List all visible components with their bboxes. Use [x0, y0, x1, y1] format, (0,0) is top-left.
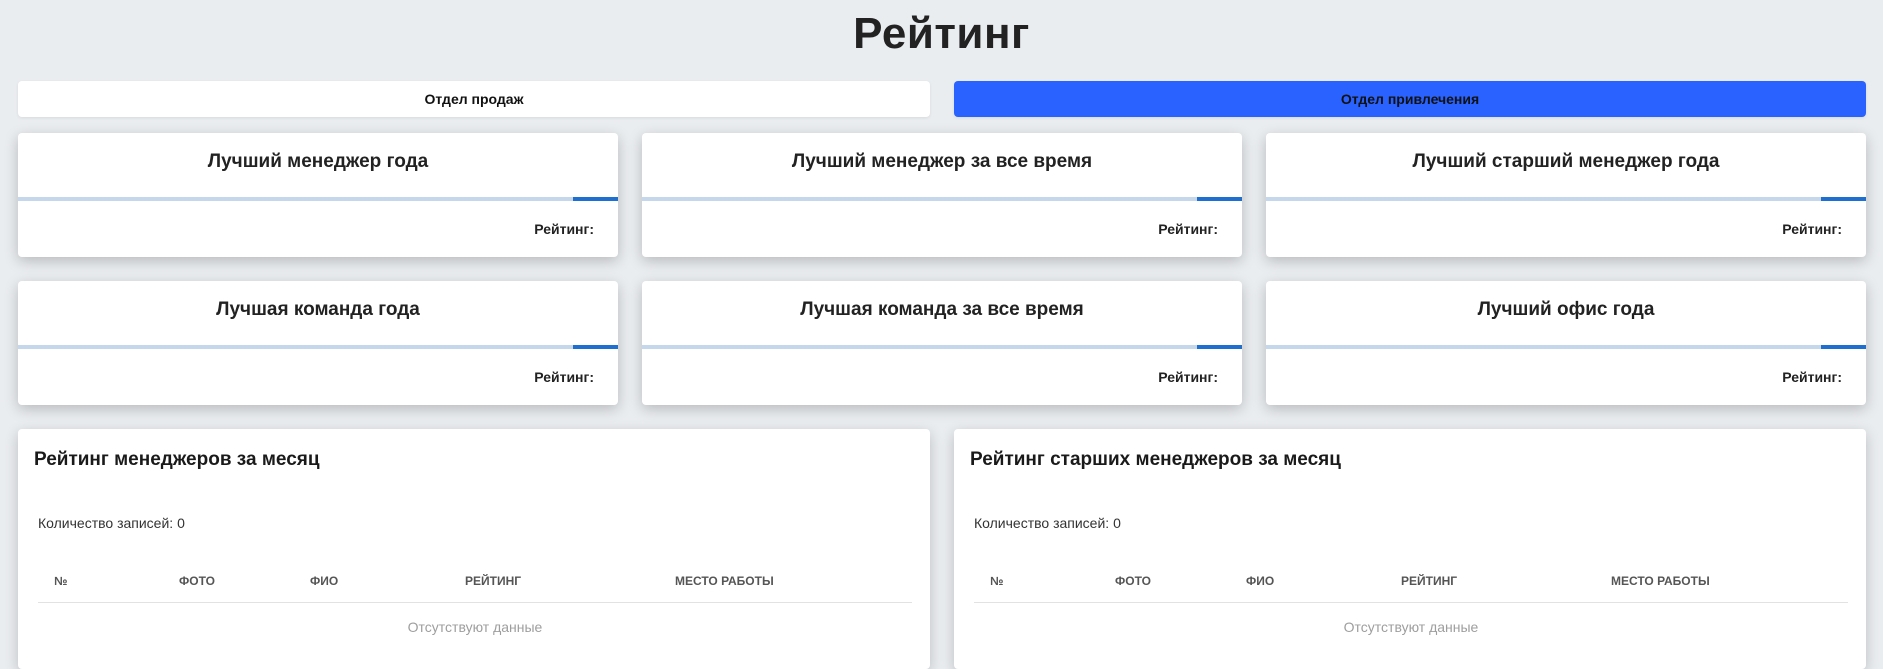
award-card-best-team-all-time: Лучшая команда за все время Рейтинг:: [642, 281, 1242, 405]
tab-acquisition-department[interactable]: Отдел привлечения: [954, 81, 1866, 117]
award-title: Лучший офис года: [1477, 299, 1655, 320]
award-rating-label: Рейтинг:: [1782, 221, 1842, 237]
table-header: № ФОТО ФИО РЕЙТИНГ МЕСТО РАБОТЫ: [974, 560, 1848, 603]
column-header-name[interactable]: ФИО: [1246, 574, 1274, 588]
managers-monthly-rating-card: Рейтинг менеджеров за месяц Количество з…: [18, 429, 930, 669]
award-progress-bar: [1266, 197, 1866, 201]
award-title: Лучший старший менеджер года: [1412, 151, 1720, 172]
award-card-best-team-year: Лучшая команда года Рейтинг:: [18, 281, 618, 405]
award-progress-bar: [18, 197, 618, 201]
column-header-workplace[interactable]: МЕСТО РАБОТЫ: [1611, 574, 1710, 588]
award-progress-bar: [642, 197, 1242, 201]
award-rating-label: Рейтинг:: [1782, 369, 1842, 385]
award-progress-fill: [573, 197, 618, 201]
award-progress-fill: [573, 345, 618, 349]
award-card-best-office-year: Лучший офис года Рейтинг:: [1266, 281, 1866, 405]
column-header-rating[interactable]: РЕЙТИНГ: [465, 574, 521, 588]
page-title: Рейтинг: [853, 9, 1030, 58]
award-progress-bar: [18, 345, 618, 349]
award-progress-fill: [1197, 197, 1242, 201]
award-title: Лучшая команда года: [216, 299, 420, 320]
award-title: Лучшая команда за все время: [800, 299, 1084, 320]
award-progress-fill: [1821, 345, 1866, 349]
column-header-photo[interactable]: ФОТО: [179, 574, 215, 588]
column-header-name[interactable]: ФИО: [310, 574, 338, 588]
award-rating-label: Рейтинг:: [1158, 369, 1218, 385]
award-progress-fill: [1197, 345, 1242, 349]
award-card-best-manager-year: Лучший менеджер года Рейтинг:: [18, 133, 618, 257]
empty-table-message: Отсутствуют данные: [1343, 619, 1479, 635]
column-header-number[interactable]: №: [990, 574, 1003, 588]
award-title: Лучший менеджер года: [207, 151, 429, 172]
table-header: № ФОТО ФИО РЕЙТИНГ МЕСТО РАБОТЫ: [38, 560, 912, 603]
senior-managers-monthly-rating-card: Рейтинг старших менеджеров за месяц Коли…: [954, 429, 1866, 669]
award-progress-fill: [1821, 197, 1866, 201]
empty-table-message: Отсутствуют данные: [407, 619, 543, 635]
award-rating-label: Рейтинг:: [534, 221, 594, 237]
award-progress-bar: [1266, 345, 1866, 349]
award-card-best-senior-manager-year: Лучший старший менеджер года Рейтинг:: [1266, 133, 1866, 257]
records-count: Количество записей: 0: [974, 515, 1121, 531]
column-header-workplace[interactable]: МЕСТО РАБОТЫ: [675, 574, 774, 588]
award-rating-label: Рейтинг:: [1158, 221, 1218, 237]
award-progress-bar: [642, 345, 1242, 349]
tab-sales-department[interactable]: Отдел продаж: [18, 81, 930, 117]
column-header-number[interactable]: №: [54, 574, 67, 588]
table-title: Рейтинг менеджеров за месяц: [34, 449, 320, 470]
column-header-photo[interactable]: ФОТО: [1115, 574, 1151, 588]
column-header-rating[interactable]: РЕЙТИНГ: [1401, 574, 1457, 588]
records-count: Количество записей: 0: [38, 515, 185, 531]
award-rating-label: Рейтинг:: [534, 369, 594, 385]
award-card-best-manager-all-time: Лучший менеджер за все время Рейтинг:: [642, 133, 1242, 257]
table-title: Рейтинг старших менеджеров за месяц: [970, 449, 1341, 470]
award-title: Лучший менеджер за все время: [791, 151, 1093, 172]
